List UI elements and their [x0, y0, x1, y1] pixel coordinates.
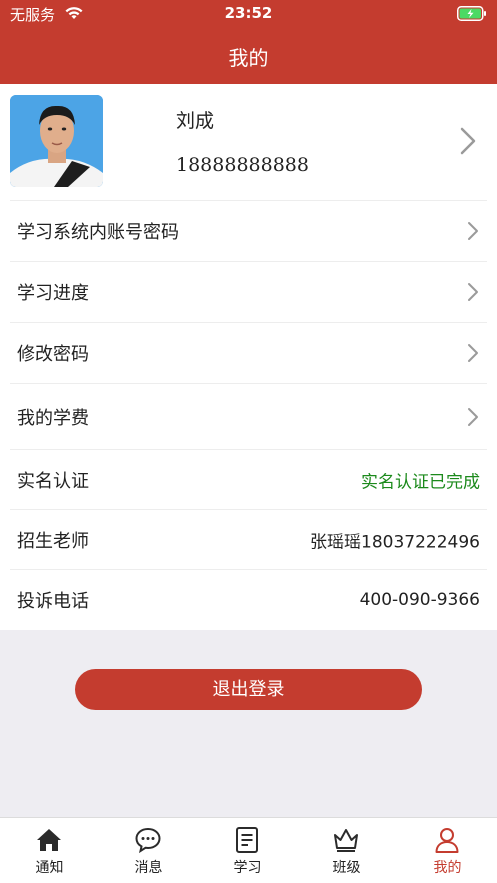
info-row-complaint-phone[interactable]: 投诉电话 400-090-9366 [10, 569, 487, 629]
avatar [10, 95, 103, 187]
logout-button[interactable]: 退出登录 [75, 669, 422, 710]
tab-class[interactable]: 班级 [297, 818, 396, 883]
tab-label: 班级 [332, 860, 361, 876]
user-name: 刘成 [176, 110, 215, 132]
tab-label: 通知 [35, 860, 64, 876]
tab-label: 消息 [134, 860, 163, 876]
document-icon [236, 827, 258, 853]
chevron-right-icon [468, 282, 478, 301]
profile-card: 刘成 18888888888 学习系统内账号密码 学习进度 修改密码 我的学费 … [0, 84, 497, 630]
profile-row[interactable]: 刘成 18888888888 [10, 94, 487, 200]
tab-label: 我的 [433, 860, 462, 876]
menu-item-label: 修改密码 [17, 343, 89, 365]
tab-study[interactable]: 学习 [198, 818, 297, 883]
menu-item-label: 学习系统内账号密码 [17, 221, 179, 243]
verification-status: 实名认证已完成 [361, 472, 480, 492]
menu-item-change-password[interactable]: 修改密码 [10, 322, 487, 382]
complaint-phone-number[interactable]: 400-090-9366 [360, 590, 480, 610]
app-header: 无服务 23:52 我的 [0, 0, 497, 84]
info-row-admissions-teacher[interactable]: 招生老师 张瑶瑶18037222496 [10, 509, 487, 569]
menu-item-system-account[interactable]: 学习系统内账号密码 [10, 200, 487, 260]
menu-item-label: 我的学费 [17, 407, 89, 429]
tab-label: 学习 [233, 860, 262, 876]
info-label: 招生老师 [17, 530, 89, 552]
tab-bar: 通知 消息 学习 班级 我的 [0, 817, 497, 883]
chevron-right-icon [460, 127, 476, 155]
chat-bubble-icon [135, 827, 161, 854]
battery-charging-icon [457, 6, 486, 21]
tab-mine[interactable]: 我的 [398, 818, 497, 883]
menu-item-label: 学习进度 [17, 282, 89, 304]
page-title: 我的 [228, 46, 269, 70]
info-row-real-name: 实名认证 实名认证已完成 [10, 449, 487, 509]
crown-icon [334, 829, 358, 852]
tab-messages[interactable]: 消息 [99, 818, 198, 883]
info-label: 实名认证 [17, 470, 89, 492]
chevron-right-icon [468, 221, 478, 240]
chevron-right-icon [468, 407, 478, 426]
teacher-contact[interactable]: 张瑶瑶18037222496 [310, 527, 480, 552]
menu-item-learning-progress[interactable]: 学习进度 [10, 261, 487, 321]
user-phone: 18888888888 [176, 154, 309, 176]
tab-notice[interactable]: 通知 [0, 818, 99, 883]
menu-item-my-tuition[interactable]: 我的学费 [10, 383, 487, 449]
clock: 23:52 [224, 4, 273, 22]
info-label: 投诉电话 [17, 590, 89, 612]
home-icon [37, 829, 61, 851]
chevron-right-icon [468, 343, 478, 362]
status-bar: 无服务 23:52 [0, 0, 497, 28]
user-icon [435, 828, 459, 853]
